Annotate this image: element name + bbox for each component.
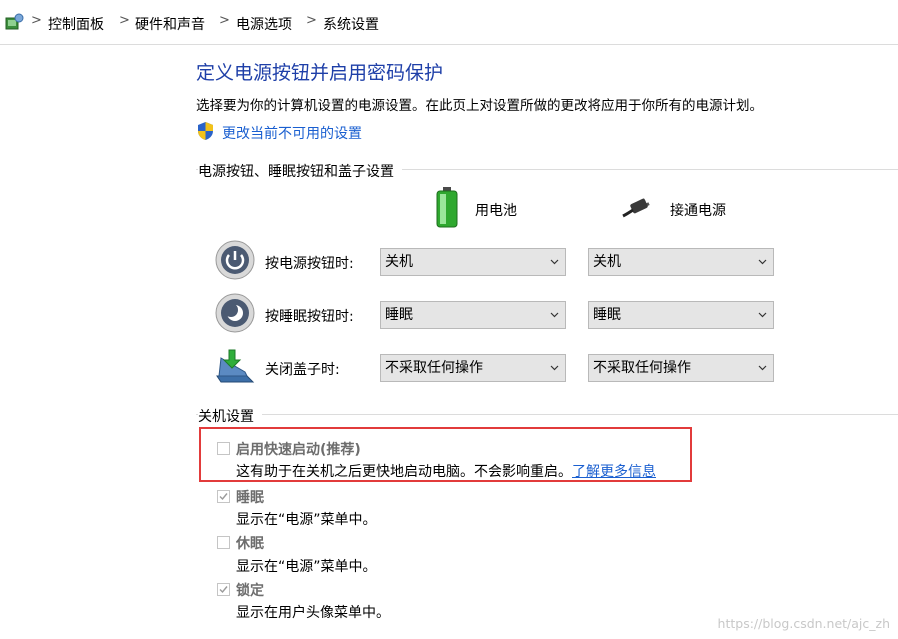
checkmark-icon xyxy=(219,586,228,594)
watermark: https://blog.csdn.net/ajc_zh xyxy=(717,616,890,631)
select-value: 睡眠 xyxy=(385,307,413,323)
shutdown-section-heading: 关机设置 xyxy=(198,406,262,426)
hibernate-checkbox[interactable] xyxy=(217,536,230,549)
chevron-down-icon xyxy=(758,259,767,265)
fast-startup-desc-text: 这有助于在关机之后更快地启动电脑。不会影响重启。 xyxy=(236,464,572,480)
chevron-down-icon xyxy=(758,312,767,318)
breadcrumb-separator: > xyxy=(306,13,317,28)
sleep-button-plugged-select[interactable]: 睡眠 xyxy=(588,301,774,329)
sleep-button-icon xyxy=(215,293,255,333)
battery-column-label: 用电池 xyxy=(475,203,517,219)
lid-close-label: 关闭盖子时: xyxy=(265,362,340,378)
control-panel-icon[interactable] xyxy=(4,12,24,32)
select-value: 关机 xyxy=(385,254,413,270)
breadcrumb-system-settings[interactable]: 系统设置 xyxy=(323,14,379,34)
select-value: 不采取任何操作 xyxy=(385,360,483,376)
breadcrumb-separator: > xyxy=(119,13,130,28)
power-button-battery-select[interactable]: 关机 xyxy=(380,248,566,276)
fast-startup-description: 这有助于在关机之后更快地启动电脑。不会影响重启。了解更多信息 xyxy=(236,461,656,481)
breadcrumb-power-options[interactable]: 电源选项 xyxy=(236,14,292,34)
breadcrumb-separator: > xyxy=(219,13,230,28)
lock-checkbox[interactable] xyxy=(217,583,230,596)
page-title: 定义电源按钮并启用密码保护 xyxy=(196,62,444,84)
section-divider xyxy=(196,414,898,415)
buttons-section-heading: 电源按钮、睡眠按钮和盖子设置 xyxy=(198,161,402,181)
change-unavailable-settings-link[interactable]: 更改当前不可用的设置 xyxy=(222,123,362,143)
fast-startup-title: 启用快速启动(推荐) xyxy=(236,442,361,458)
power-plug-icon xyxy=(622,198,650,218)
chevron-down-icon xyxy=(550,312,559,318)
lid-close-plugged-select[interactable]: 不采取任何操作 xyxy=(588,354,774,382)
sleep-option-description: 显示在“电源”菜单中。 xyxy=(236,512,377,528)
breadcrumb-control-panel[interactable]: 控制面板 xyxy=(48,14,104,34)
sleep-button-battery-select[interactable]: 睡眠 xyxy=(380,301,566,329)
checkmark-icon xyxy=(219,493,228,501)
lock-option-description: 显示在用户头像菜单中。 xyxy=(236,605,390,621)
chevron-down-icon xyxy=(550,365,559,371)
address-bar: > 控制面板 > 硬件和声音 > 电源选项 > 系统设置 xyxy=(0,0,898,45)
lock-option-title: 锁定 xyxy=(236,583,264,599)
hibernate-option-description: 显示在“电源”菜单中。 xyxy=(236,559,377,575)
fast-startup-checkbox[interactable] xyxy=(217,442,230,455)
laptop-lid-icon xyxy=(216,349,255,383)
select-value: 不采取任何操作 xyxy=(593,360,691,376)
battery-icon xyxy=(436,187,458,228)
plugged-column-label: 接通电源 xyxy=(670,203,726,219)
page-description: 选择要为你的计算机设置的电源设置。在此页上对设置所做的更改将应用于你所有的电源计… xyxy=(196,98,763,114)
uac-shield-icon xyxy=(198,122,213,140)
chevron-down-icon xyxy=(758,365,767,371)
power-button-label: 按电源按钮时: xyxy=(265,256,354,272)
power-button-icon xyxy=(215,240,255,280)
select-value: 睡眠 xyxy=(593,307,621,323)
select-value: 关机 xyxy=(593,254,621,270)
breadcrumb-hardware-sound[interactable]: 硬件和声音 xyxy=(135,14,205,34)
learn-more-link[interactable]: 了解更多信息 xyxy=(572,464,656,480)
power-button-plugged-select[interactable]: 关机 xyxy=(588,248,774,276)
sleep-button-label: 按睡眠按钮时: xyxy=(265,309,354,325)
breadcrumb-separator: > xyxy=(31,13,42,28)
lid-close-battery-select[interactable]: 不采取任何操作 xyxy=(380,354,566,382)
sleep-checkbox[interactable] xyxy=(217,490,230,503)
hibernate-option-title: 休眠 xyxy=(236,536,264,552)
sleep-option-title: 睡眠 xyxy=(236,490,264,506)
chevron-down-icon xyxy=(550,259,559,265)
